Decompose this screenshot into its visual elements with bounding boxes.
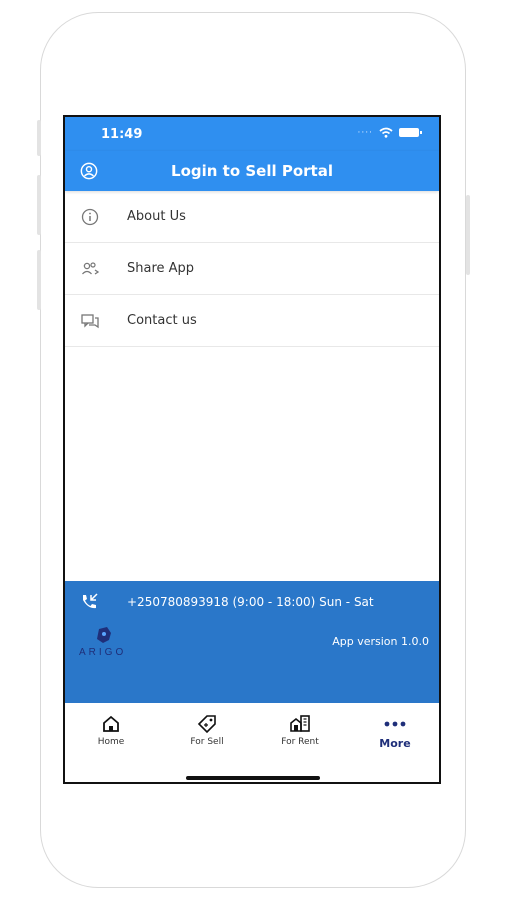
phone-side-button <box>466 195 470 275</box>
nav-item-for-rent[interactable]: For Rent <box>260 713 340 747</box>
app-screen: 11:49 ···· Login to Sell Portal About Us <box>63 115 441 784</box>
info-icon <box>81 208 99 225</box>
nav-item-home[interactable]: Home <box>71 713 151 747</box>
app-version: App version 1.0.0 <box>332 635 429 648</box>
menu-item-share-app[interactable]: Share App <box>65 243 439 295</box>
menu-item-contact-us[interactable]: Contact us <box>65 295 439 347</box>
share-users-icon <box>82 261 100 275</box>
phone-side-button <box>37 250 41 310</box>
signal-icon: ···· <box>357 127 373 138</box>
page-title: Login to Sell Portal <box>171 162 333 180</box>
wifi-icon <box>379 127 393 138</box>
phone-callback-icon[interactable] <box>79 592 99 612</box>
tag-icon <box>197 715 216 734</box>
arigo-logo: ARIGO <box>79 627 126 658</box>
bottom-nav: Home For Sell For Rent More <box>65 703 439 782</box>
phone-side-button <box>37 120 41 156</box>
phone-side-button <box>37 175 41 235</box>
menu-item-label: Contact us <box>127 313 197 328</box>
more-icon <box>384 721 406 727</box>
nav-label: More <box>379 737 411 750</box>
contact-footer: +250780893918 (9:00 - 18:00) Sun - Sat A… <box>65 581 439 703</box>
status-bar: 11:49 ···· <box>65 117 439 151</box>
app-bar: Login to Sell Portal <box>65 151 439 191</box>
nav-item-for-sell[interactable]: For Sell <box>167 713 247 747</box>
nav-label: For Rent <box>281 737 319 747</box>
menu-item-about-us[interactable]: About Us <box>65 191 439 243</box>
menu-item-label: Share App <box>127 261 195 276</box>
building-icon <box>290 715 310 732</box>
nav-item-more[interactable]: More <box>355 713 435 750</box>
status-icons: ···· <box>357 127 422 138</box>
chat-icon <box>81 313 99 328</box>
logo-text: ARIGO <box>79 647 126 658</box>
home-icon <box>103 715 119 732</box>
nav-label: For Sell <box>190 737 224 747</box>
nav-label: Home <box>97 737 125 747</box>
menu-item-label: About Us <box>127 209 186 224</box>
home-indicator <box>186 776 320 780</box>
battery-icon <box>399 128 422 137</box>
support-phone[interactable]: +250780893918 (9:00 - 18:00) Sun - Sat <box>127 595 374 609</box>
status-time: 11:49 <box>101 127 143 142</box>
